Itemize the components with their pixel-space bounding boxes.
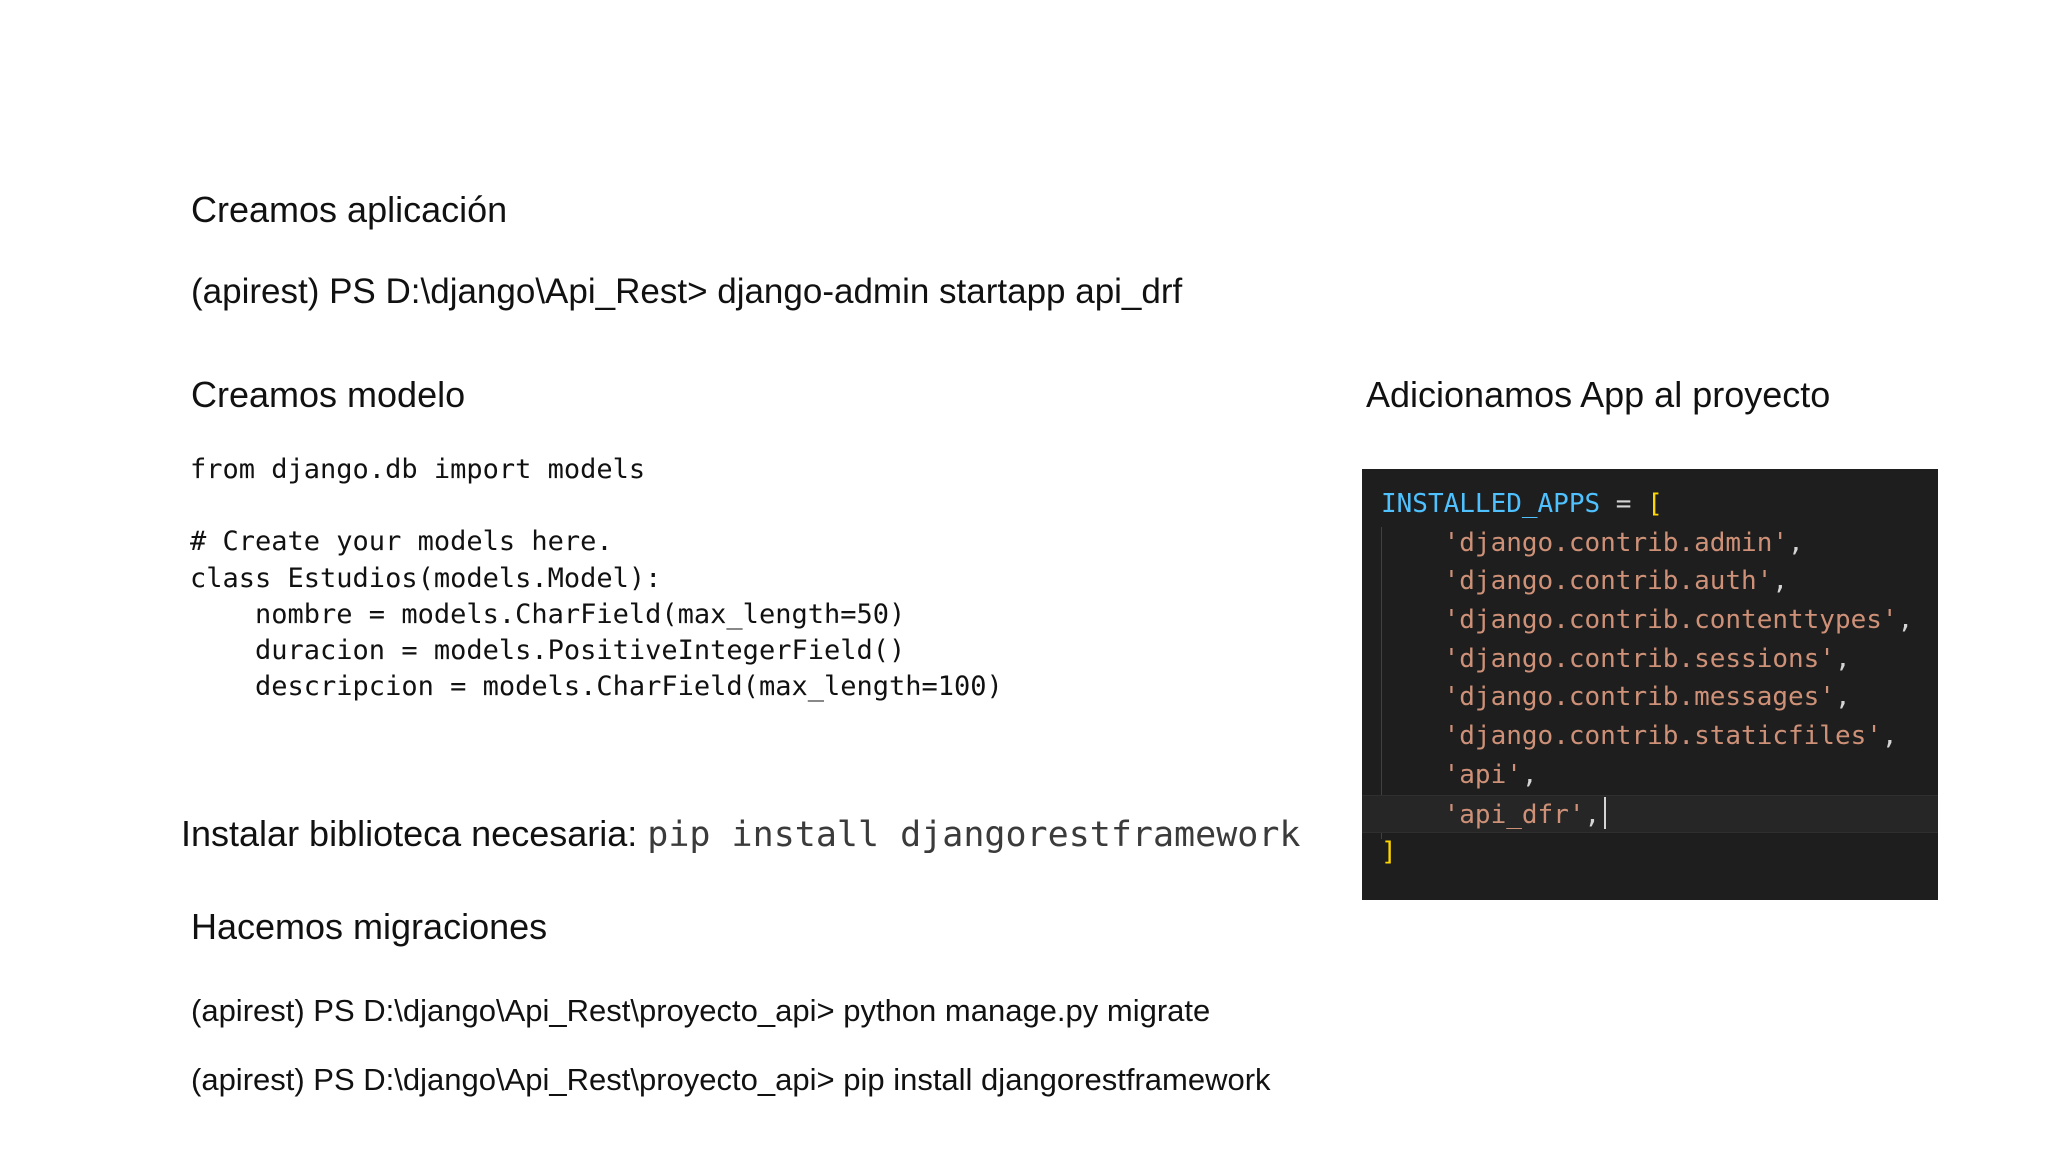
app-string: 'django.contrib.messages' [1443, 682, 1835, 713]
app-string: 'django.contrib.staticfiles' [1443, 721, 1882, 752]
migrate-command: (apirest) PS D:\django\Api_Rest\proyecto… [191, 993, 1211, 1028]
app-string: 'django.contrib.auth' [1443, 566, 1773, 597]
editor-line-app: 'django.contrib.staticfiles', [1443, 721, 1898, 752]
editor-line-app: 'django.contrib.auth', [1443, 566, 1789, 597]
app-string: 'api' [1443, 759, 1522, 790]
migrations-title: Hacemos migraciones [191, 906, 548, 947]
app-string: 'api_dfr' [1443, 799, 1585, 830]
close-bracket: ] [1381, 837, 1397, 868]
add-app-title: Adicionamos App al proyecto [1366, 374, 1831, 415]
code-line: # Create your models here. [190, 526, 613, 558]
app-string: 'django.contrib.admin' [1443, 527, 1788, 558]
editor-line-app: 'django.contrib.sessions', [1443, 643, 1851, 674]
code-line: class Estudios(models.Model): [190, 562, 662, 594]
code-editor-screenshot: INSTALLED_APPS = [ 'django.contrib.admin… [1362, 469, 1938, 900]
text-cursor [1604, 796, 1607, 829]
editor-line-app: 'django.contrib.admin', [1443, 527, 1804, 558]
create-model-title: Creamos modelo [191, 374, 466, 415]
code-line: duracion = models.PositiveIntegerField() [190, 635, 906, 667]
editor-line-app: 'django.contrib.messages', [1443, 682, 1851, 713]
editor-line-app: 'django.contrib.contenttypes', [1443, 605, 1914, 636]
editor-line-app: 'api', [1443, 759, 1538, 790]
open-bracket: [ [1647, 489, 1663, 519]
startapp-command: (apirest) PS D:\django\Api_Rest> django-… [191, 272, 1183, 311]
assign-operator: = [1600, 489, 1648, 519]
app-string: 'django.contrib.contenttypes' [1443, 605, 1898, 636]
editor-line-declaration: INSTALLED_APPS = [ [1381, 485, 1938, 524]
install-library-label: Instalar biblioteca necesaria: [181, 813, 648, 854]
create-app-title: Creamos aplicación [191, 189, 508, 230]
editor-line-app-current: 'api_dfr', [1362, 794, 1938, 834]
install-library-command: pip install djangorestframework [647, 815, 1301, 855]
install-library-line: Instalar biblioteca necesaria: pip insta… [181, 812, 1301, 857]
code-line: descripcion = models.CharField(max_lengt… [190, 671, 1003, 703]
code-line: from django.db import models [190, 454, 646, 485]
app-string: 'django.contrib.sessions' [1443, 643, 1835, 674]
model-code-block: from django.db import models # Create yo… [190, 452, 1003, 705]
editor-line-close: ] [1381, 833, 1938, 872]
installed-apps-variable: INSTALLED_APPS [1381, 489, 1601, 519]
pip-install-command: (apirest) PS D:\django\Api_Rest\proyecto… [191, 1062, 1271, 1097]
slide: Creamos aplicación (apirest) PS D:\djang… [0, 0, 2048, 1152]
code-line: nombre = models.CharField(max_length=50) [190, 598, 906, 630]
